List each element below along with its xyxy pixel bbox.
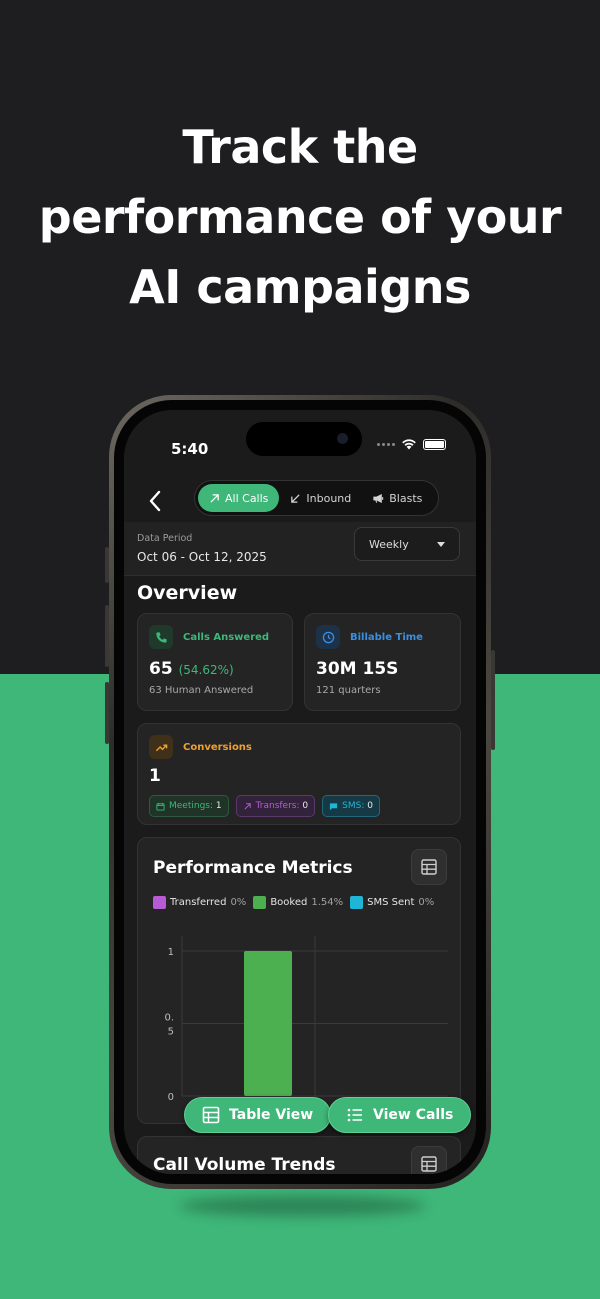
call-volume-card: Call Volume Trends [137, 1136, 461, 1174]
phone-side-button [491, 650, 495, 750]
transfers-count: 0 [302, 801, 309, 811]
headline-line-1: Track the [182, 120, 418, 174]
y-tick-label: 0. 5 [164, 1013, 174, 1038]
transfers-badge: Transfers: 0 [235, 795, 316, 817]
conversions-label: Conversions [183, 742, 252, 753]
overview-title: Overview [137, 582, 238, 604]
table-icon [202, 1106, 220, 1124]
calls-answered-count: 65 [149, 659, 173, 679]
data-period-bar: Data Period Oct 06 - Oct 12, 2025 Weekly [124, 522, 476, 576]
meetings-count: 1 [215, 801, 222, 811]
meetings-badge: Meetings: 1 [149, 795, 229, 817]
arrow-down-left-icon [291, 493, 301, 503]
legend-pct: 0% [230, 897, 247, 908]
headline-line-3: AI campaigns [129, 260, 471, 314]
message-icon [330, 802, 338, 810]
headline: Track the performance of your AI campaig… [0, 112, 600, 322]
conversions-card[interactable]: Conversions 1 Meetings: 1 Transfers: 0 S… [137, 723, 461, 825]
tab-label: All Calls [225, 491, 269, 505]
status-icons [377, 438, 446, 450]
table-icon [421, 859, 437, 875]
tab-label: Blasts [389, 491, 423, 505]
billable-time-value: 30M 15S [316, 659, 399, 679]
legend-swatch [153, 896, 166, 909]
phone-frame: 5:40 All Calls Inbound Blasts Data Perio… [109, 395, 491, 1189]
sms-badge: SMS: 0 [322, 795, 380, 817]
camera-icon [337, 433, 348, 444]
calls-answered-label: Calls Answered [183, 632, 270, 643]
conversion-badges: Meetings: 1 Transfers: 0 SMS: 0 [149, 795, 380, 817]
legend-swatch [350, 896, 364, 909]
performance-metrics-card: Performance Metrics Transferred 0% Booke… [137, 837, 461, 1124]
arrow-up-right-icon [210, 493, 219, 503]
view-calls-label: View Calls [373, 1107, 454, 1123]
battery-icon [423, 438, 446, 450]
trending-up-icon [149, 735, 173, 759]
legend-pct: 1.54% [311, 897, 344, 908]
period-select[interactable]: Weekly [354, 527, 460, 561]
period-label: Data Period [137, 533, 193, 544]
transfers-label: Transfers: [255, 801, 303, 811]
phone-screen: 5:40 All Calls Inbound Blasts Data Perio… [124, 410, 476, 1174]
clock-icon [316, 625, 340, 649]
billable-time-sub: 121 quarters [316, 685, 381, 696]
chart-legend: Transferred 0% Booked 1.54% SMS Sent 0% [153, 896, 434, 909]
period-select-value: Weekly [369, 537, 409, 551]
status-time: 5:40 [171, 440, 209, 458]
wifi-icon [402, 439, 416, 450]
calls-answered-pct: (54.62%) [178, 663, 234, 677]
view-calls-button[interactable]: View Calls [328, 1097, 472, 1133]
signal-icon [377, 442, 395, 446]
tab-label: Inbound [306, 491, 352, 505]
legend-name: Booked [270, 897, 308, 908]
y-tick-label: 1 [168, 947, 174, 958]
tab-all-calls[interactable]: All Calls [198, 484, 280, 512]
performance-chart: 10.50Oct [164, 936, 448, 1116]
megaphone-icon [373, 493, 384, 503]
headline-line-2: performance of your [38, 190, 562, 244]
calls-answered-card[interactable]: Calls Answered 65 (54.62%) 63 Human Answ… [137, 613, 293, 711]
tab-blasts[interactable]: Blasts [362, 484, 433, 512]
y-tick-label: 0 [168, 1092, 174, 1103]
legend-pct: 0% [418, 897, 435, 908]
table-toggle-button[interactable] [411, 849, 447, 885]
bar-booked [244, 951, 292, 1096]
call-type-tabs: All Calls Inbound Blasts [194, 480, 439, 516]
legend-swatch [253, 896, 267, 909]
tab-inbound[interactable]: Inbound [279, 484, 362, 512]
chevron-left-icon[interactable] [146, 488, 166, 514]
legend-item-sms-sent[interactable]: SMS Sent 0% [350, 896, 434, 909]
call-volume-title: Call Volume Trends [153, 1155, 336, 1174]
meetings-label: Meetings: [169, 801, 216, 811]
phone-bezel: 5:40 All Calls Inbound Blasts Data Perio… [114, 400, 486, 1184]
table-view-button[interactable]: Table View [184, 1097, 332, 1133]
conversions-value: 1 [149, 766, 161, 786]
period-value: Oct 06 - Oct 12, 2025 [137, 550, 267, 564]
legend-name: SMS Sent [367, 897, 415, 908]
legend-name: Transferred [170, 897, 227, 908]
table-icon [421, 1156, 437, 1172]
table-toggle-button[interactable] [411, 1146, 447, 1174]
sms-label: SMS: [342, 801, 368, 811]
list-icon [347, 1108, 362, 1122]
table-view-label: Table View [229, 1107, 314, 1123]
sms-count: 0 [367, 801, 373, 811]
billable-time-card[interactable]: Billable Time 30M 15S 121 quarters [304, 613, 461, 711]
calendar-icon [156, 802, 165, 811]
caret-down-icon [437, 541, 445, 547]
performance-title: Performance Metrics [153, 858, 353, 878]
legend-item-booked[interactable]: Booked 1.54% [253, 896, 343, 909]
phone-shadow [180, 1196, 425, 1216]
phone-icon [149, 625, 173, 649]
legend-item-transferred[interactable]: Transferred 0% [153, 896, 246, 909]
arrow-up-right-icon [244, 802, 251, 810]
calls-answered-sub: 63 Human Answered [149, 685, 254, 696]
calls-answered-value: 65 (54.62%) [149, 659, 234, 679]
billable-time-label: Billable Time [350, 632, 423, 643]
dynamic-island [246, 422, 362, 456]
